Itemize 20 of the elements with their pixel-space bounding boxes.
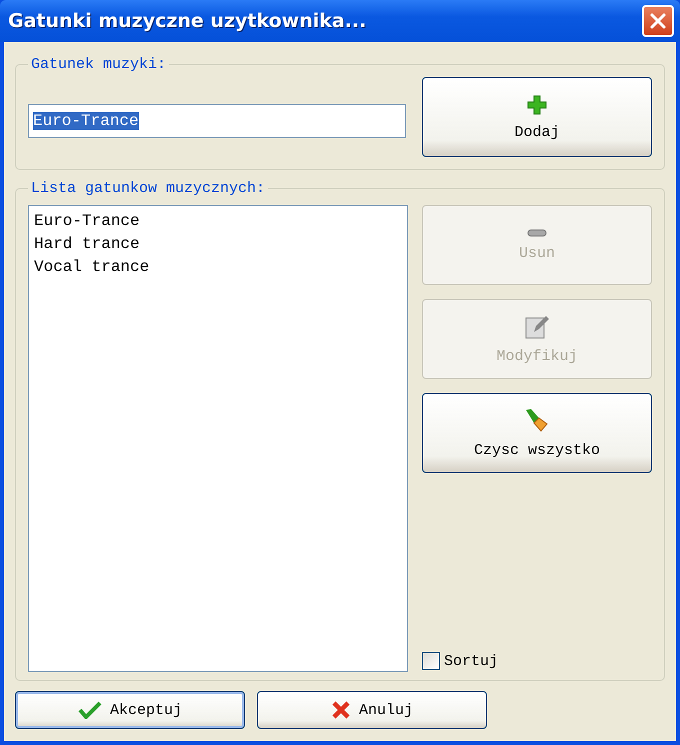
close-button[interactable]: [642, 5, 674, 37]
close-icon: [649, 12, 667, 30]
minus-icon: [527, 228, 547, 236]
accept-button[interactable]: Akceptuj: [15, 691, 245, 729]
add-button[interactable]: Dodaj: [422, 77, 652, 157]
list-item[interactable]: Hard trance: [34, 233, 402, 256]
cancel-button[interactable]: Anuluj: [257, 691, 487, 729]
checkbox-label: Sortuj: [444, 652, 498, 670]
group-label: Lista gatunkow muzycznych:: [30, 180, 266, 197]
clear-button[interactable]: Czysc wszystko: [422, 393, 652, 473]
close-icon: [330, 700, 351, 720]
list-item[interactable]: Euro-Trance: [34, 210, 402, 233]
sort-checkbox[interactable]: [422, 652, 440, 670]
genre-input-field[interactable]: Euro-Trance: [28, 104, 406, 138]
window-title: Gatunki muzyczne uzytkownika...: [8, 10, 366, 32]
plus-icon: [526, 94, 548, 116]
checkmark-icon: [78, 701, 102, 719]
list-item[interactable]: Vocal trance: [34, 256, 402, 279]
pencil-icon: [524, 314, 550, 340]
group-label: Gatunek muzyki:: [30, 56, 168, 73]
